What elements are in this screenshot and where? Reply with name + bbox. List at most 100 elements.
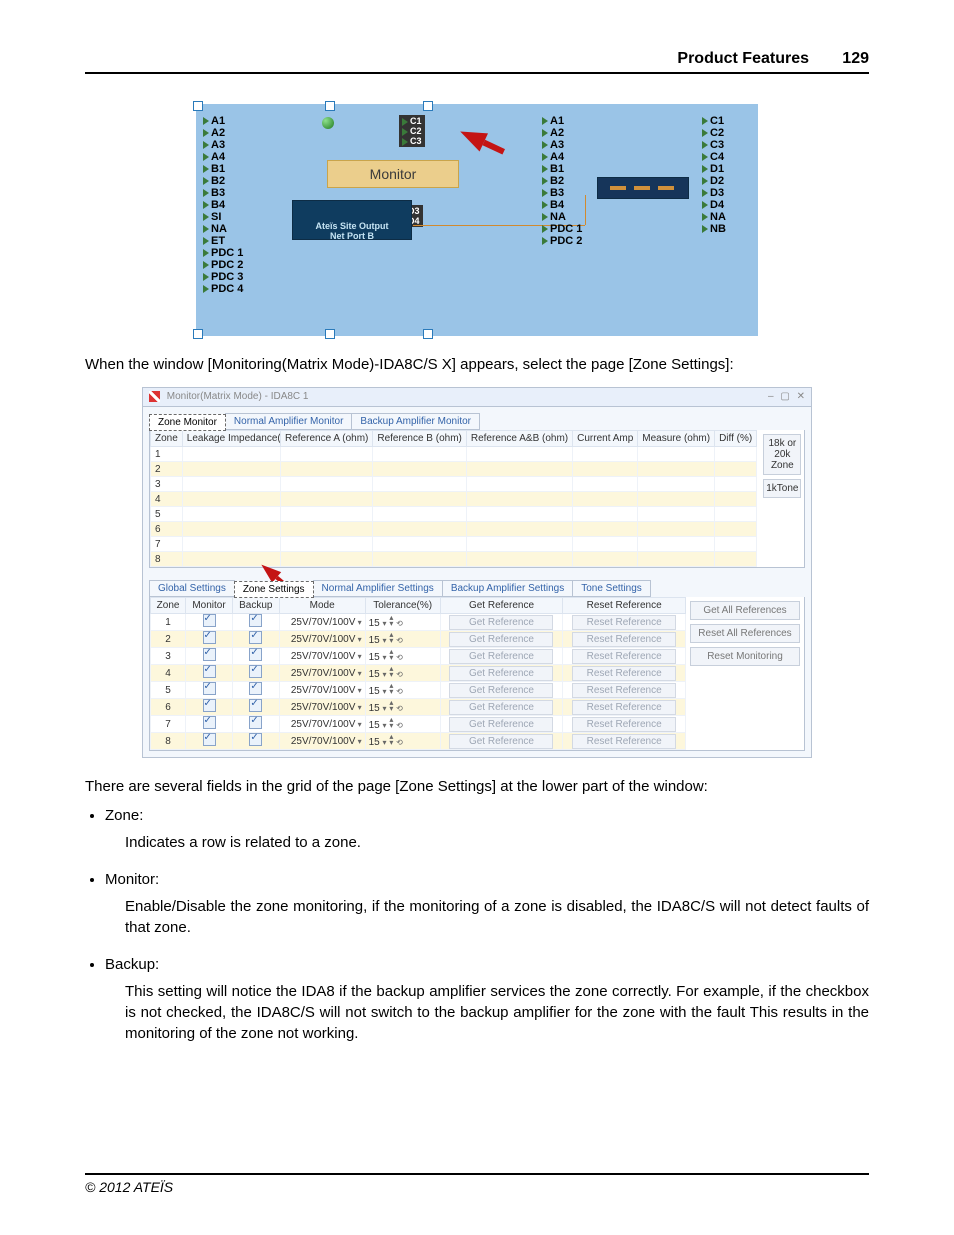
tolerance-spinner[interactable]: ▴▾ (389, 649, 393, 661)
reset-reference-button[interactable]: Reset Reference (572, 649, 676, 664)
col-mode: Mode (279, 598, 365, 614)
tolerance-value[interactable]: 15 (369, 618, 380, 629)
backup-checkbox[interactable] (249, 648, 262, 661)
monitor-checkbox[interactable] (203, 716, 216, 729)
get-reference-button[interactable]: Get Reference (449, 700, 553, 715)
reset-reference-button[interactable]: Reset Reference (572, 700, 676, 715)
reset-reference-button[interactable]: Reset Reference (572, 666, 676, 681)
backup-checkbox[interactable] (249, 699, 262, 712)
button-18k-20k-zone[interactable]: 18k or 20k Zone (763, 434, 801, 475)
button-reset-all-references[interactable]: Reset All References (690, 624, 800, 643)
get-reference-button[interactable]: Get Reference (449, 717, 553, 732)
backup-checkbox[interactable] (249, 631, 262, 644)
monitor-checkbox[interactable] (203, 648, 216, 661)
tab-tone-settings[interactable]: Tone Settings (572, 580, 651, 597)
backup-checkbox[interactable] (249, 682, 262, 695)
header-page-number: 129 (829, 50, 869, 68)
diagram-monitor-block[interactable]: Monitor (327, 160, 459, 188)
reset-reference-button[interactable]: Reset Reference (572, 734, 676, 749)
col-tolerance-: Tolerance(%) (365, 598, 440, 614)
bullet-monitor-label: Monitor: (105, 871, 159, 888)
tolerance-value[interactable]: 15 (369, 635, 380, 646)
cell-zone: 7 (151, 716, 186, 733)
diagram-site-output-block: Ateïs Site OutputNet Port B (292, 200, 412, 240)
tolerance-spinner[interactable]: ▴▾ (389, 717, 393, 729)
reset-reference-button[interactable]: Reset Reference (572, 717, 676, 732)
tolerance-value[interactable]: 15 (369, 703, 380, 714)
mode-dropdown[interactable]: 25V/70V/100V (291, 634, 362, 645)
bullet-backup-label: Backup: (105, 956, 159, 973)
mode-dropdown[interactable]: 25V/70V/100V (291, 651, 362, 662)
col-zone: Zone (151, 598, 186, 614)
tolerance-undo-icon[interactable]: ⟲ (396, 636, 403, 645)
diagram-left-port-labels: A1A2A3A4B1B2B3B4SINAETPDC 1PDC 2PDC 3PDC… (203, 115, 243, 295)
get-reference-button[interactable]: Get Reference (449, 683, 553, 698)
button-get-all-references[interactable]: Get All References (690, 601, 800, 620)
tolerance-value[interactable]: 15 (369, 720, 380, 731)
mode-dropdown[interactable]: 25V/70V/100V (291, 702, 362, 713)
get-reference-button[interactable]: Get Reference (449, 615, 553, 630)
tolerance-undo-icon[interactable]: ⟲ (396, 653, 403, 662)
monitor-checkbox[interactable] (203, 665, 216, 678)
zone-settings-row: 7 25V/70V/100V 15 ▾ ▴▾ ⟲ Get Reference R… (151, 716, 686, 733)
mode-dropdown[interactable]: 25V/70V/100V (291, 685, 362, 696)
tolerance-undo-icon[interactable]: ⟲ (396, 704, 403, 713)
mode-dropdown[interactable]: 25V/70V/100V (291, 668, 362, 679)
button-reset-monitoring[interactable]: Reset Monitoring (690, 647, 800, 666)
mode-dropdown[interactable]: 25V/70V/100V (291, 736, 362, 747)
tab-zone-monitor[interactable]: Zone Monitor (149, 414, 226, 431)
tab-backup-amplifier-monitor[interactable]: Backup Amplifier Monitor (351, 413, 480, 430)
bullet-monitor-desc: Enable/Disable the zone monitoring, if t… (125, 896, 869, 938)
header-section-title: Product Features (677, 50, 809, 68)
reset-reference-button[interactable]: Reset Reference (572, 615, 676, 630)
monitor-window-screenshot: Monitor(Matrix Mode) - IDA8C 1 – ▢ ✕ Zon… (142, 387, 812, 758)
tab-global-settings[interactable]: Global Settings (149, 580, 235, 597)
monitor-checkbox[interactable] (203, 614, 216, 627)
tolerance-spinner[interactable]: ▴▾ (389, 632, 393, 644)
tolerance-undo-icon[interactable]: ⟲ (396, 738, 403, 747)
tolerance-spinner[interactable]: ▴▾ (389, 700, 393, 712)
tab-zone-settings[interactable]: Zone Settings (234, 581, 314, 598)
tolerance-undo-icon[interactable]: ⟲ (396, 619, 403, 628)
tab-normal-amplifier-settings[interactable]: Normal Amplifier Settings (313, 580, 443, 597)
monitor-checkbox[interactable] (203, 682, 216, 695)
tolerance-undo-icon[interactable]: ⟲ (396, 670, 403, 679)
tolerance-undo-icon[interactable]: ⟲ (396, 721, 403, 730)
backup-checkbox[interactable] (249, 716, 262, 729)
tab-normal-amplifier-monitor[interactable]: Normal Amplifier Monitor (225, 413, 352, 430)
page-header: Product Features 129 (85, 50, 869, 74)
paragraph-fields-intro: There are several fields in the grid of … (85, 776, 869, 797)
get-reference-button[interactable]: Get Reference (449, 649, 553, 664)
zone-settings-row: 2 25V/70V/100V 15 ▾ ▴▾ ⟲ Get Reference R… (151, 631, 686, 648)
get-reference-button[interactable]: Get Reference (449, 666, 553, 681)
monitor-checkbox[interactable] (203, 733, 216, 746)
tolerance-spinner[interactable]: ▴▾ (389, 734, 393, 746)
tab-backup-amplifier-settings[interactable]: Backup Amplifier Settings (442, 580, 573, 597)
zone-cell: 6 (151, 522, 183, 537)
tolerance-value[interactable]: 15 (369, 737, 380, 748)
maximize-button[interactable]: ▢ (780, 391, 789, 402)
backup-checkbox[interactable] (249, 614, 262, 627)
get-reference-button[interactable]: Get Reference (449, 632, 553, 647)
backup-checkbox[interactable] (249, 733, 262, 746)
tolerance-undo-icon[interactable]: ⟲ (396, 687, 403, 696)
get-reference-button[interactable]: Get Reference (449, 734, 553, 749)
tolerance-value[interactable]: 15 (369, 686, 380, 697)
button-1ktone[interactable]: 1kTone (763, 479, 801, 498)
tolerance-spinner[interactable]: ▴▾ (389, 666, 393, 678)
mode-dropdown[interactable]: 25V/70V/100V (291, 617, 362, 628)
zone-cell: 4 (151, 492, 183, 507)
backup-checkbox[interactable] (249, 665, 262, 678)
tolerance-spinner[interactable]: ▴▾ (389, 683, 393, 695)
reset-reference-button[interactable]: Reset Reference (572, 683, 676, 698)
mode-dropdown[interactable]: 25V/70V/100V (291, 719, 362, 730)
monitor-checkbox[interactable] (203, 631, 216, 644)
monitor-checkbox[interactable] (203, 699, 216, 712)
close-button[interactable]: ✕ (797, 391, 805, 402)
zone-cell: 3 (151, 477, 183, 492)
reset-reference-button[interactable]: Reset Reference (572, 632, 676, 647)
tolerance-value[interactable]: 15 (369, 652, 380, 663)
minimize-button[interactable]: – (768, 391, 774, 402)
tolerance-spinner[interactable]: ▴▾ (389, 615, 393, 627)
tolerance-value[interactable]: 15 (369, 669, 380, 680)
